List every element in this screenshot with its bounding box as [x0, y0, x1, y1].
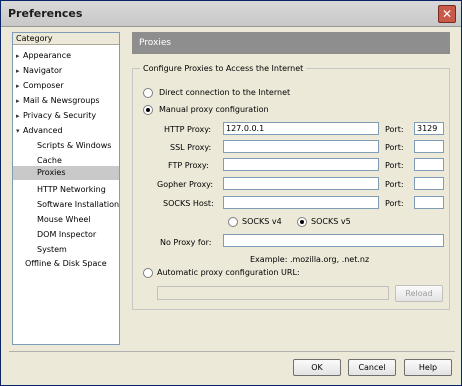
- ftp-port-label: Port:: [385, 161, 404, 170]
- socks-port-input[interactable]: [414, 196, 444, 209]
- group-label: Configure Proxies to Access the Internet: [140, 64, 307, 73]
- expand-icon[interactable]: ▸: [16, 94, 23, 108]
- window-title: Preferences: [8, 7, 83, 20]
- help-button[interactable]: Help: [404, 359, 452, 376]
- sidebar-item-system[interactable]: System: [37, 243, 67, 257]
- no-proxy-example: Example: .mozilla.org, .net.nz: [250, 255, 370, 264]
- gopher-proxy-input[interactable]: [223, 177, 379, 190]
- close-icon: ✕: [441, 7, 453, 21]
- sidebar-item-navigator[interactable]: ▸ Navigator: [16, 64, 62, 78]
- expand-icon[interactable]: ▸: [16, 79, 23, 93]
- socks-port-label: Port:: [385, 199, 404, 208]
- no-proxy-label: No Proxy for:: [160, 238, 212, 247]
- direct-connection-label: Direct connection to the Internet: [159, 88, 291, 97]
- auto-proxy-radio[interactable]: [143, 268, 153, 278]
- cancel-button[interactable]: Cancel: [348, 359, 396, 376]
- title-bar: Preferences ✕: [1, 1, 461, 27]
- sidebar-item-software-installation[interactable]: Software Installation: [37, 198, 119, 212]
- category-tree[interactable]: Category ▸ Appearance ▸ Navigator ▸ Compose…: [12, 32, 120, 345]
- sidebar-item-composer[interactable]: ▸ Composer: [16, 79, 64, 93]
- ssl-proxy-label: SSL Proxy:: [170, 143, 212, 152]
- gopher-proxy-label: Gopher Proxy:: [157, 180, 214, 189]
- category-header: Category: [13, 33, 119, 45]
- sidebar-item-http-networking[interactable]: HTTP Networking: [37, 183, 106, 197]
- socks-host-input[interactable]: [223, 196, 379, 209]
- radio-selected-dot: [300, 220, 304, 224]
- socks-v5-label: SOCKS v5: [311, 217, 351, 226]
- ssl-port-input[interactable]: [414, 140, 444, 153]
- sidebar-item-offline-disk-space[interactable]: Offline & Disk Space: [25, 257, 107, 271]
- no-proxy-input[interactable]: [223, 234, 444, 247]
- ftp-port-input[interactable]: [414, 158, 444, 171]
- manual-proxy-radio[interactable]: [143, 105, 153, 115]
- gopher-port-label: Port:: [385, 180, 404, 189]
- http-proxy-label: HTTP Proxy:: [164, 125, 212, 134]
- http-proxy-input[interactable]: 127.0.0.1: [223, 122, 379, 135]
- collapse-icon[interactable]: ▾: [16, 124, 23, 138]
- expand-icon[interactable]: ▸: [16, 109, 23, 123]
- manual-proxy-label: Manual proxy configuration: [159, 105, 269, 114]
- socks-host-label: SOCKS Host:: [163, 199, 214, 208]
- gopher-port-input[interactable]: [414, 177, 444, 190]
- ssl-proxy-input[interactable]: [223, 140, 379, 153]
- sidebar-item-privacy-security[interactable]: ▸ Privacy & Security: [16, 109, 96, 123]
- radio-selected-dot: [146, 108, 150, 112]
- ftp-proxy-label: FTP Proxy:: [168, 161, 209, 170]
- ssl-port-label: Port:: [385, 143, 404, 152]
- close-button[interactable]: ✕: [438, 5, 456, 23]
- reload-button[interactable]: Reload: [395, 285, 443, 302]
- sidebar-item-appearance[interactable]: ▸ Appearance: [16, 49, 71, 63]
- button-divider: [9, 351, 455, 352]
- sidebar-item-proxies[interactable]: Proxies: [13, 166, 119, 180]
- http-port-label: Port:: [385, 125, 404, 134]
- socks-v4-radio[interactable]: [228, 217, 238, 227]
- panel-title: Proxies: [132, 32, 450, 54]
- sidebar-item-scripts-windows[interactable]: Scripts & Windows: [37, 139, 111, 153]
- ftp-proxy-input[interactable]: [223, 158, 379, 171]
- sidebar-item-advanced[interactable]: ▾ Advanced: [16, 124, 63, 138]
- preferences-window: Preferences ✕ Category ▸ Appearance ▸ Navi…: [0, 0, 462, 386]
- sidebar-item-mail-newsgroups[interactable]: ▸ Mail & Newsgroups: [16, 94, 100, 108]
- socks-v5-radio[interactable]: [297, 217, 307, 227]
- auto-proxy-label: Automatic proxy configuration URL:: [157, 268, 300, 277]
- direct-connection-radio[interactable]: [143, 88, 153, 98]
- sidebar-item-dom-inspector[interactable]: DOM Inspector: [37, 228, 96, 242]
- auto-proxy-url-input[interactable]: [157, 286, 389, 300]
- expand-icon[interactable]: ▸: [16, 49, 23, 63]
- socks-v4-label: SOCKS v4: [242, 217, 282, 226]
- ok-button[interactable]: OK: [293, 359, 341, 376]
- sidebar-item-mouse-wheel[interactable]: Mouse Wheel: [37, 213, 91, 227]
- http-port-input[interactable]: 3129: [414, 122, 444, 135]
- expand-icon[interactable]: ▸: [16, 64, 23, 78]
